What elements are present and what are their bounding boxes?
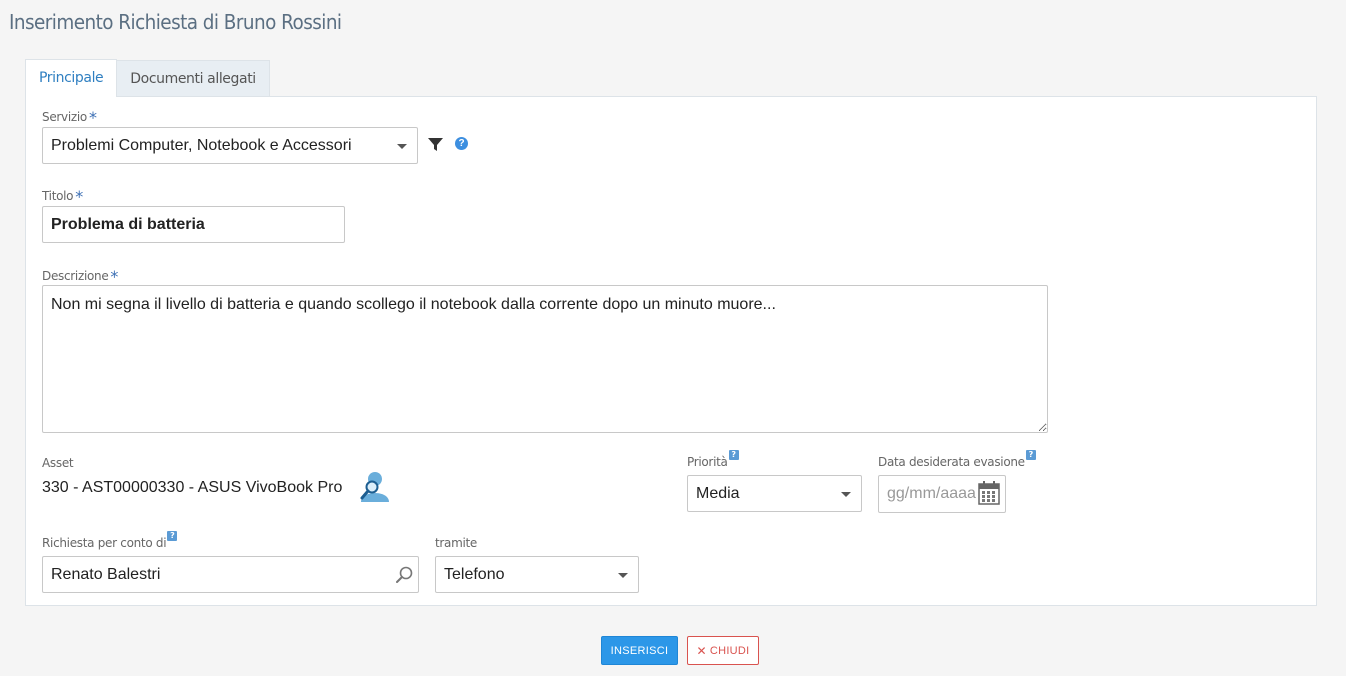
asset-value: 330 - AST00000330 - ASUS VivoBook Pro (42, 479, 343, 496)
richiesta-per-conto-input[interactable]: Renato Balestri (42, 556, 419, 593)
tramite-select[interactable]: Telefono (435, 556, 639, 593)
richiesta-per-conto-label: Richiesta per conto di? (42, 531, 178, 550)
help-icon[interactable]: ? (167, 531, 178, 541)
priorita-label-text: Priorità (687, 455, 728, 469)
tramite-label: tramite (435, 536, 478, 550)
chevron-down-icon (397, 143, 407, 149)
richiesta-per-conto-label-text: Richiesta per conto di (42, 536, 167, 550)
richiesta-per-conto-value: Renato Balestri (51, 565, 161, 583)
chevron-down-icon (618, 572, 628, 578)
data-evasione-placeholder: gg/mm/aaaa (887, 485, 976, 502)
tab-principale[interactable]: Principale (25, 59, 118, 97)
help-icon[interactable]: ? (1025, 450, 1036, 460)
required-marker: * (75, 187, 83, 206)
help-icon[interactable]: ? (455, 137, 468, 150)
descrizione-label: Descrizione * (42, 265, 119, 286)
data-evasione-label-text: Data desiderata evasione (878, 455, 1025, 469)
titolo-value: Problema di batteria (51, 215, 205, 233)
tab-bar: Principale Documenti allegati (25, 59, 270, 97)
servizio-label: Servizio * (42, 106, 97, 127)
chiudi-label: CHIUDI (709, 644, 750, 657)
user-search-icon[interactable] (359, 470, 391, 503)
tramite-value: Telefono (444, 565, 505, 583)
tab-documenti-allegati[interactable]: Documenti allegati (117, 60, 270, 97)
descrizione-label-text: Descrizione (42, 269, 109, 283)
titolo-input[interactable]: Problema di batteria (42, 206, 345, 243)
priorita-select[interactable]: Media (687, 475, 862, 512)
close-icon: ✕ (696, 643, 707, 658)
servizio-value: Problemi Computer, Notebook e Accessori (51, 136, 352, 154)
calendar-icon[interactable] (978, 481, 1000, 506)
help-icon[interactable]: ? (728, 450, 739, 460)
titolo-label-text: Titolo (42, 189, 74, 203)
asset-label: Asset (42, 456, 74, 470)
servizio-label-text: Servizio (42, 110, 87, 124)
required-marker: * (110, 267, 119, 286)
chiudi-button[interactable]: ✕ CHIUDI (687, 636, 759, 665)
titolo-label: Titolo * (42, 185, 83, 206)
priorita-label: Priorità? (687, 450, 739, 469)
page-title: Inserimento Richiesta di Bruno Rossini (9, 10, 342, 34)
servizio-select[interactable]: Problemi Computer, Notebook e Accessori (42, 127, 418, 164)
data-evasione-label: Data desiderata evasione? (878, 450, 1036, 469)
filter-icon[interactable] (428, 138, 443, 152)
descrizione-textarea[interactable] (42, 285, 1048, 433)
required-marker: * (88, 108, 97, 127)
inserisci-button[interactable]: INSERISCI (601, 636, 678, 665)
magnifier-icon[interactable] (396, 566, 413, 583)
priorita-value: Media (696, 484, 740, 502)
chevron-down-icon (841, 491, 851, 497)
